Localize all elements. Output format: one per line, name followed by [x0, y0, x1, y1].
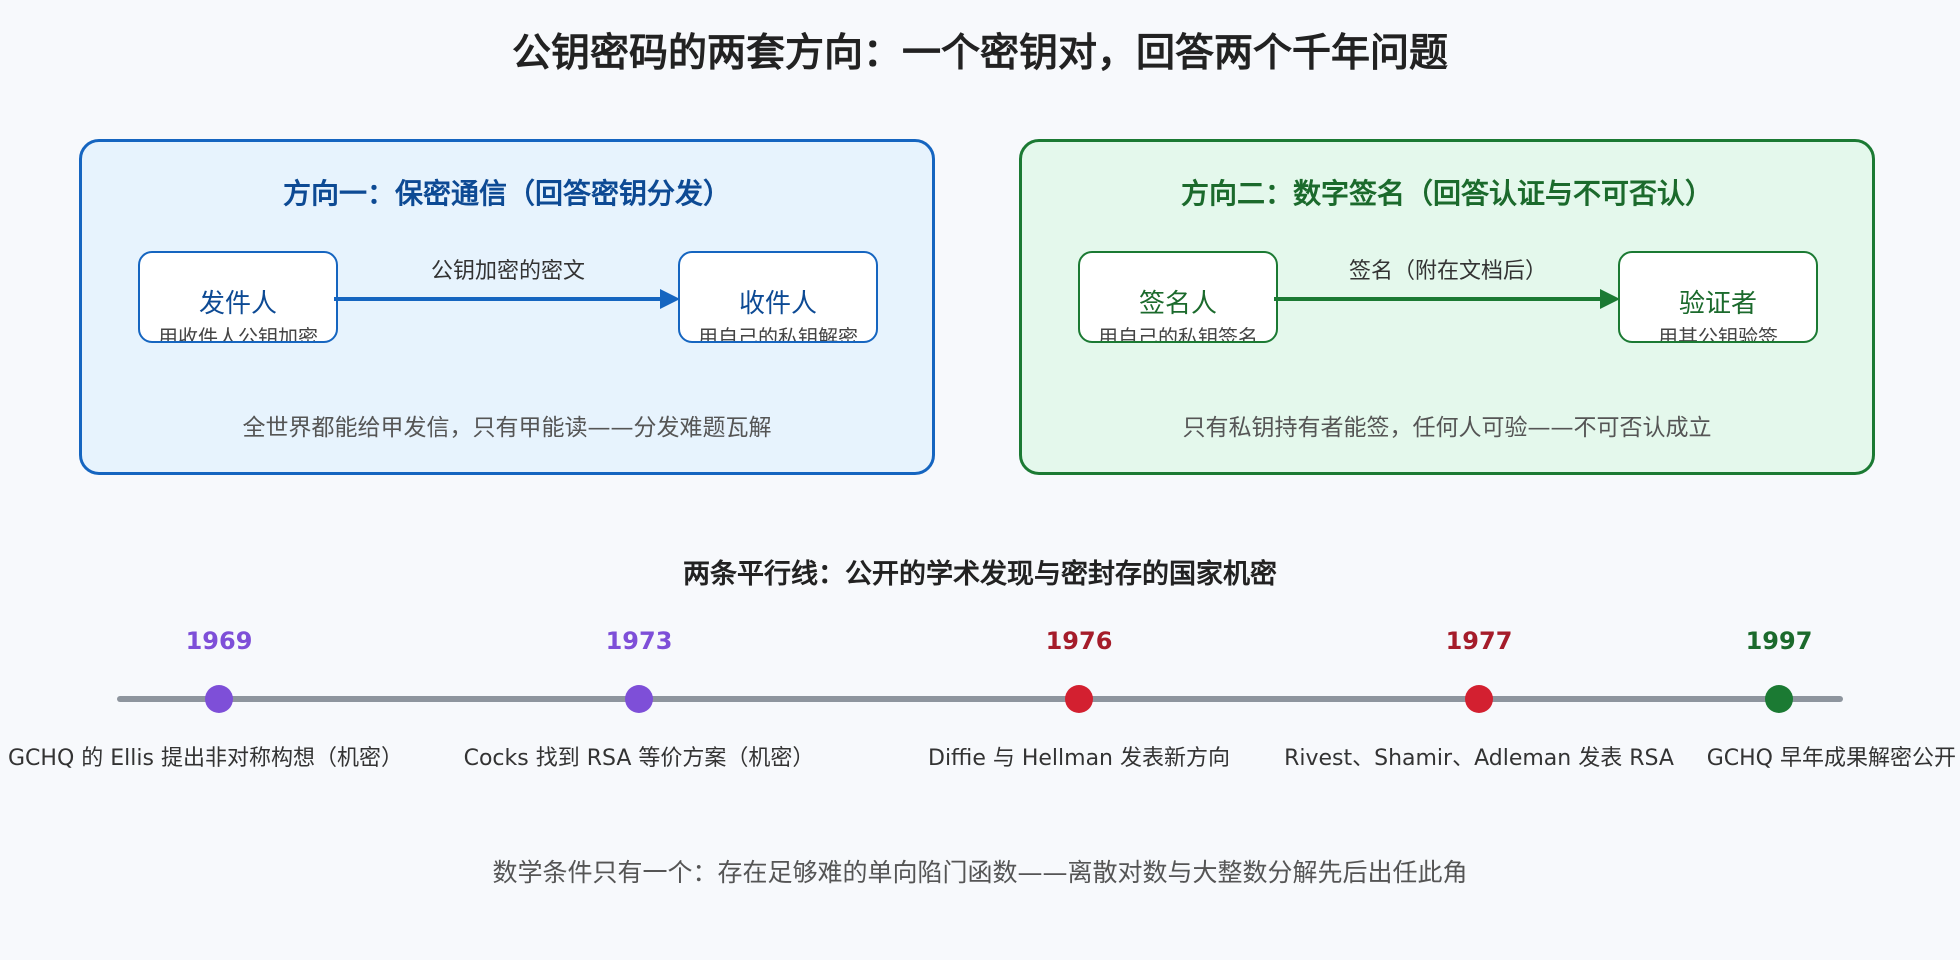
timeline-dot-1973: [625, 685, 653, 713]
timeline-event: Cocks 找到 RSA 等价方案（机密）: [463, 746, 815, 771]
node-subtitle: 用其公钥验签: [1658, 325, 1778, 343]
timeline-dot-1977: [1465, 685, 1493, 713]
panel-signature: 方向二：数字签名（回答认证与不可否认） 签名人 用自己的私钥签名 签名（附在文档…: [1019, 139, 1875, 475]
timeline-dot-1997: [1765, 685, 1793, 713]
page-title: 公钥密码的两套方向：一个密钥对，回答两个千年问题: [511, 31, 1448, 76]
node-name: 收件人: [738, 289, 817, 319]
arrow-head: [660, 289, 680, 309]
node-subtitle: 用收件人公钥加密: [158, 325, 318, 343]
timeline-year: 1997: [1745, 627, 1813, 655]
timeline-year: 1977: [1445, 627, 1513, 655]
panel-footer: 全世界都能给甲发信，只有甲能读——分发难题瓦解: [242, 415, 772, 441]
node-name: 发件人: [198, 289, 277, 319]
panel-footer: 只有私钥持有者能签，任何人可验——不可否认成立: [1182, 415, 1712, 441]
node-subtitle: 用自己的私钥解密: [698, 325, 858, 343]
panel-title: 方向一：保密通信（回答密钥分发）: [282, 177, 731, 210]
timeline-title: 两条平行线：公开的学术发现与密封存的国家机密: [683, 559, 1277, 590]
arrow-edge: [334, 289, 680, 309]
node-name: 签名人: [1138, 289, 1217, 319]
arrow-head: [1600, 289, 1620, 309]
timeline-year: 1976: [1045, 627, 1113, 655]
timeline-dot-1976: [1065, 685, 1093, 713]
node-subtitle: 用自己的私钥签名: [1098, 325, 1258, 343]
panel-confidentiality: 方向一：保密通信（回答密钥分发） 发件人 用收件人公钥加密 公钥加密的密文 收件…: [79, 139, 935, 475]
timeline-event: GCHQ 早年成果解密公开: [1706, 746, 1956, 771]
timeline-dot-1969: [205, 685, 233, 713]
arrow-edge: [1274, 289, 1620, 309]
timeline-year: 1973: [605, 627, 673, 655]
node-sender: 发件人 用收件人公钥加密: [138, 251, 338, 343]
node-name: 验证者: [1678, 289, 1757, 319]
timeline-year: 1969: [185, 627, 253, 655]
timeline-event: Diffie 与 Hellman 发表新方向: [928, 746, 1230, 771]
panel-title: 方向二：数字签名（回答认证与不可否认）: [1180, 177, 1713, 210]
node-recipient: 收件人 用自己的私钥解密: [678, 251, 878, 343]
timeline-event: GCHQ 的 Ellis 提出非对称构想（机密）: [8, 746, 403, 771]
node-verifier: 验证者 用其公钥验签: [1618, 251, 1818, 343]
node-signer: 签名人 用自己的私钥签名: [1078, 251, 1278, 343]
edge-label: 签名（附在文档后）: [1348, 259, 1547, 284]
page-footer: 数学条件只有一个：存在足够难的单向陷门函数——离散对数与大整数分解先后出任此角: [492, 858, 1468, 887]
edge-label: 公钥加密的密文: [430, 259, 585, 284]
